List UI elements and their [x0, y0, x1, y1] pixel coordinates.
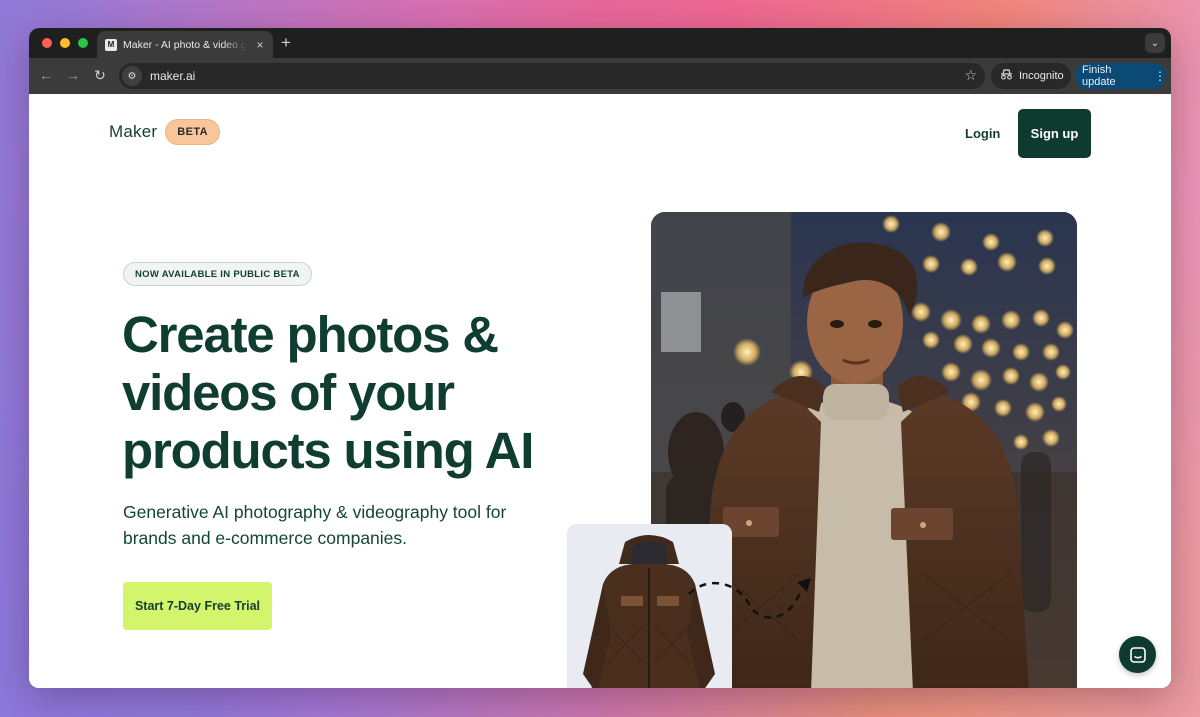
chat-support-button[interactable]	[1119, 636, 1156, 673]
close-window-button[interactable]	[42, 38, 52, 48]
tab-title: Maker - AI photo & video generator	[123, 38, 247, 51]
browser-window: M Maker - AI photo & video generator × +…	[29, 28, 1171, 688]
maximize-window-button[interactable]	[78, 38, 88, 48]
window-controls	[42, 38, 88, 48]
reload-icon[interactable]: ↻	[91, 67, 109, 84]
star-icon[interactable]: ☆	[964, 67, 977, 84]
signup-button[interactable]: Sign up	[1018, 109, 1091, 158]
web-page: Maker BETA Login Sign up NOW AVAILABLE I…	[29, 94, 1171, 688]
free-trial-button[interactable]: Start 7-Day Free Trial	[123, 582, 272, 630]
tab-close-icon[interactable]: ×	[253, 38, 267, 52]
beta-badge: BETA	[165, 119, 220, 145]
browser-toolbar: ← → ↻ ⚙ maker.ai ☆ Incognito Finish upda…	[29, 58, 1171, 94]
minimize-window-button[interactable]	[60, 38, 70, 48]
beta-announcement-pill: NOW AVAILABLE IN PUBLIC BETA	[123, 262, 312, 286]
incognito-label: Incognito	[1019, 70, 1064, 82]
site-info-icon[interactable]: ⚙	[122, 66, 142, 86]
active-tab[interactable]: M Maker - AI photo & video generator ×	[97, 31, 273, 58]
forward-icon[interactable]: →	[64, 67, 82, 83]
new-tab-button[interactable]: +	[281, 33, 291, 53]
incognito-indicator[interactable]: Incognito	[991, 63, 1071, 89]
tab-search-icon[interactable]: ⌄	[1145, 33, 1165, 53]
transform-arrow-icon	[688, 578, 811, 619]
login-link[interactable]: Login	[965, 126, 1000, 141]
url-text[interactable]: maker.ai	[150, 69, 195, 83]
hero-headline: Create photos & videos of your products …	[122, 306, 534, 479]
kebab-icon[interactable]: ⋮	[1154, 69, 1166, 83]
finish-update-button[interactable]: Finish update ⋮	[1075, 63, 1166, 89]
brand[interactable]: Maker BETA	[109, 119, 220, 145]
incognito-icon	[1000, 69, 1013, 83]
tab-strip: M Maker - AI photo & video generator × +…	[29, 28, 1171, 58]
chat-icon	[1129, 646, 1146, 663]
finish-update-label: Finish update	[1082, 64, 1116, 88]
back-icon[interactable]: ←	[37, 67, 55, 83]
maker-favicon-icon: M	[105, 38, 117, 51]
address-bar[interactable]: ⚙ maker.ai ☆	[119, 63, 985, 89]
logo[interactable]: Maker	[109, 122, 157, 142]
hero-subhead: Generative AI photography & videography …	[123, 502, 507, 548]
